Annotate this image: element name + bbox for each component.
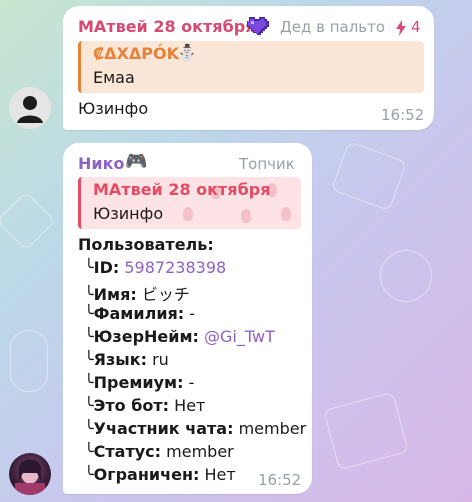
info-key: Это бот: [93,396,170,415]
flame-pattern-icon [281,207,291,221]
tree-corner-icon: ╰ [84,465,94,484]
info-row: ╰Участник чата: member [84,419,306,438]
tree-corner-icon: ╰ [84,373,94,392]
info-value[interactable]: 5987238398 [124,258,226,277]
info-row: ╰Фамилия: - [84,304,195,323]
info-key: Имя: [93,285,137,304]
info-value[interactable]: @Gi_TwT [204,327,275,346]
sender-title: Дед в пальто [280,18,386,36]
snowman-icon: ⛄ [177,43,197,62]
info-value: Нет [174,396,206,415]
sender-avatar[interactable] [9,453,51,495]
info-row: ╰Имя: ビッチ [84,281,190,305]
tree-corner-icon: ╰ [84,350,94,369]
sender-avatar[interactable] [9,87,51,129]
background-doodle [323,391,409,471]
reply-quote[interactable]: ₡ΔΧΔΡÓΚ ⛄ Емаа [78,41,424,93]
flame-pattern-icon [241,209,251,223]
info-key: ЮзерНейм: [93,327,199,346]
sender-name[interactable]: Нико [78,154,124,173]
gamepad-icon: 🎮 [125,151,148,172]
anime-avatar-icon [15,459,45,495]
user-silhouette-icon [17,96,43,123]
background-doodle [10,330,48,392]
info-value: - [189,304,196,323]
info-key: Ограничен: [93,465,200,484]
tree-corner-icon: ╰ [84,396,94,415]
info-value: Нет [204,465,236,484]
message-time: 16:52 [258,471,302,489]
tree-corner-icon: ╰ [84,304,94,323]
message-text: Юзинфо [78,99,149,118]
info-key: Участник чата: [93,419,234,438]
info-row: ╰ID: 5987238398 [84,258,226,277]
lightning-bolt-icon [396,20,406,36]
info-header: Пользователь: [78,235,214,254]
background-doodle [380,250,432,302]
sender-title: Топчик [239,155,295,173]
info-row: ╰Язык: ru [84,350,169,369]
info-row: ╰Премиум: - [84,373,194,392]
info-value: - [188,373,195,392]
background-doodle [330,140,408,212]
reply-text: Юзинфо [93,204,164,223]
info-value: ru [152,350,169,369]
reply-sender-name: ₡ΔΧΔΡÓΚ [93,44,179,63]
info-key: Фамилия: [93,304,185,323]
purple-pixel-heart-icon [247,17,269,35]
reply-sender-name: МАтвей 28 октября [93,180,271,199]
info-row: ╰Статус: member [84,442,234,461]
info-row: ╰Ограничен: Нет [84,465,236,484]
info-row: ╰ЮзерНейм: @Gi_TwT [84,327,275,346]
info-row: ╰Это бот: Нет [84,396,205,415]
tree-corner-icon: ╰ [84,285,94,304]
flame-pattern-icon [183,207,193,221]
info-key: Язык: [93,350,147,369]
background-doodle [0,191,56,251]
tree-corner-icon: ╰ [84,327,94,346]
info-key: ID: [93,258,120,277]
boost-count: 4 [411,18,421,36]
info-key: Статус: [93,442,162,461]
tree-corner-icon: ╰ [84,258,94,277]
info-key: Премиум: [93,373,184,392]
message-time: 16:52 [381,106,425,124]
tree-corner-icon: ╰ [84,442,94,461]
reply-text: Емаа [93,68,135,87]
info-value: member [166,442,234,461]
info-value: member [238,419,307,438]
reply-quote[interactable]: МАтвей 28 октября Юзинфо [78,177,301,229]
info-value: ビッチ [141,285,190,304]
tree-corner-icon: ╰ [84,419,94,438]
sender-name[interactable]: МАтвей 28 октября [78,17,255,36]
